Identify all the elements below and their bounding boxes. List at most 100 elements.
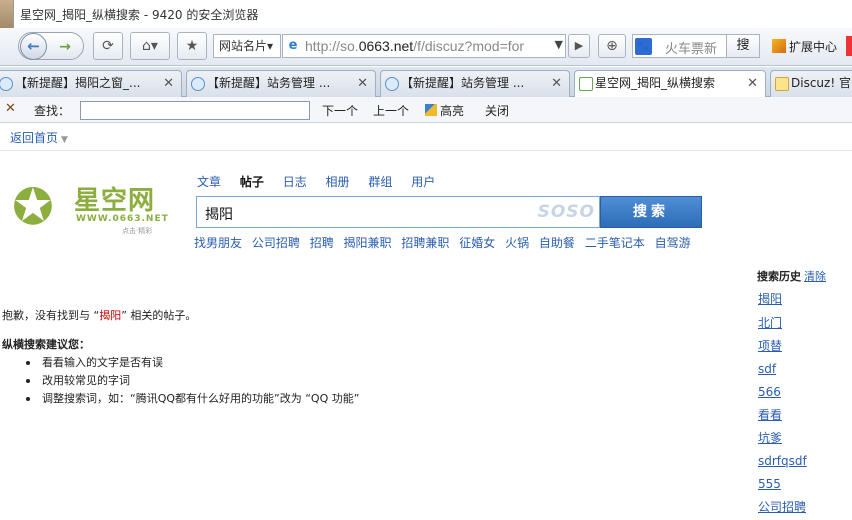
tab-4-active[interactable]: 星空网_揭阳_纵横搜索 ✕	[574, 70, 766, 98]
hotword-link[interactable]: 揭阳兼职	[344, 236, 392, 250]
window-control[interactable]	[846, 36, 852, 56]
highlight-label: 高亮	[440, 104, 465, 118]
noresult-keyword: 揭阳	[99, 309, 122, 322]
tips-list: 看看输入的文字是否有误 改用较常见的字词 调整搜索词，如：“腾讯QQ都有什么好用…	[24, 354, 359, 408]
category-post[interactable]: 帖子	[240, 175, 264, 189]
history-title: 搜索历史 清除	[757, 268, 852, 284]
refresh-icon: ⟳	[102, 38, 114, 54]
tip-item: 调整搜索词，如：“腾讯QQ都有什么好用的功能”改为 “QQ 功能”	[24, 390, 359, 408]
extension-cube-icon	[772, 39, 786, 53]
home-button[interactable]: ⌂▾	[130, 32, 170, 60]
star-icon: ★	[185, 38, 199, 54]
refresh-button[interactable]: ⟳	[93, 32, 123, 60]
extension-center-button[interactable]: 扩展中心	[772, 38, 837, 55]
extension-label: 扩展中心	[789, 40, 838, 54]
hotword-link[interactable]: 征婚女	[459, 236, 495, 250]
clear-history-link[interactable]: 清除	[804, 270, 826, 283]
tab-label: 【新提醒】站务管理 ...	[401, 76, 525, 90]
back-home-link[interactable]: 返回首页 ▼	[10, 129, 68, 146]
find-prev-button[interactable]: 上一个	[373, 102, 409, 119]
history-item[interactable]: 北门	[758, 314, 782, 331]
page-icon	[579, 77, 593, 91]
arrow-left-icon: ←	[27, 37, 40, 55]
history-item[interactable]: 项替	[758, 337, 782, 354]
find-next-button[interactable]: 下一个	[322, 102, 358, 119]
arrow-right-icon: →	[59, 39, 71, 55]
baidu-paw-icon: 🐾	[635, 38, 652, 55]
history-item[interactable]: 看看	[758, 406, 782, 423]
hotword-link[interactable]: 火锅	[505, 236, 529, 250]
tab-2[interactable]: 【新提醒】站务管理 ... ✕	[186, 70, 376, 97]
history-item[interactable]: 555	[758, 477, 781, 491]
hotword-link[interactable]: 公司招聘	[252, 236, 300, 250]
hot-keywords: 找男朋友 公司招聘 招聘 揭阳兼职 招聘兼职 征婚女 火锅 自助餐 二手笔记本 …	[194, 234, 697, 251]
site-search-button[interactable]: 搜索	[600, 196, 702, 228]
favorite-button[interactable]: ★	[177, 32, 207, 60]
security-button[interactable]: ⊕	[598, 34, 626, 58]
category-user[interactable]: 用户	[411, 175, 435, 189]
tip-item: 看看输入的文字是否有误	[24, 354, 359, 372]
caret-down-icon: ▼	[61, 135, 68, 145]
search-history: 搜索历史 清除 揭阳 北门 项替 sdf 566 看看 坑爹 sdrfqsdf 5…	[757, 268, 852, 514]
url-text: http://so.0663.net/f/discuz?mod=for	[305, 38, 525, 54]
noresult-prefix: 抱歉，没有找到与 “	[2, 309, 100, 322]
chevron-down-icon[interactable]: ▼	[555, 38, 563, 51]
shield-plus-icon: ⊕	[606, 38, 618, 54]
history-title-label: 搜索历史	[757, 270, 801, 283]
category-article[interactable]: 文章	[197, 175, 221, 189]
hotword-link[interactable]: 找男朋友	[194, 236, 242, 250]
history-item[interactable]: 坑爹	[758, 429, 782, 446]
find-input[interactable]	[80, 101, 310, 120]
site-search-input[interactable]: 揭阳 SOSO	[196, 196, 600, 228]
tab-5[interactable]: Discuz! 官	[770, 70, 852, 97]
history-item[interactable]: 揭阳	[758, 290, 782, 307]
category-album[interactable]: 相册	[326, 175, 350, 189]
go-button[interactable]: ▶	[568, 34, 590, 58]
address-bar[interactable]: e http://so.0663.net/f/discuz?mod=for ▼	[282, 34, 566, 58]
title-bar: 星空网_揭阳_纵横搜索 - 9420 的安全浏览器	[0, 0, 852, 64]
logo-name: 星空网	[74, 186, 156, 216]
back-home-label: 返回首页	[10, 131, 59, 145]
tab-label: 【新提醒】站务管理 ...	[207, 76, 331, 90]
history-item[interactable]: sdrfqsdf	[758, 454, 807, 468]
page-topnav: 返回首页 ▼	[0, 123, 852, 151]
history-item[interactable]: sdf	[758, 362, 776, 376]
window-title: 星空网_揭阳_纵横搜索 - 9420 的安全浏览器	[20, 8, 259, 22]
close-icon[interactable]: ✕	[357, 71, 368, 96]
close-icon[interactable]: ✕	[163, 71, 174, 96]
ie-icon: e	[288, 38, 298, 53]
hotword-link[interactable]: 招聘兼职	[401, 236, 449, 250]
forward-button[interactable]: →	[54, 36, 76, 58]
find-close-button[interactable]: 关闭	[485, 102, 509, 119]
search-query: 揭阳	[205, 207, 233, 223]
ie-icon	[385, 77, 399, 91]
highlight-button[interactable]: 高亮	[425, 102, 464, 119]
site-logo[interactable]: ✪ 星空网 WWW.0663.NET 点击·精彩	[12, 178, 180, 240]
tab-bar: 【新提醒】揭阳之窗_... ✕ 【新提醒】站务管理 ... ✕ 【新提醒】站务管…	[0, 67, 852, 98]
tab-1[interactable]: 【新提醒】揭阳之窗_... ✕	[0, 70, 182, 97]
tips-title: 纵横搜索建议您：	[2, 338, 90, 351]
back-button[interactable]: ←	[20, 33, 47, 60]
arrow-right-icon: ▶	[574, 39, 584, 52]
logo-slogan: 点击·精彩	[122, 227, 153, 235]
site-card-dropdown[interactable]: 网站名片▾	[213, 34, 281, 58]
close-icon[interactable]: ✕	[747, 71, 758, 96]
hotword-link[interactable]: 自助餐	[539, 236, 575, 250]
discuz-icon	[775, 77, 789, 91]
no-result-message: 抱歉，没有找到与 “揭阳” 相关的帖子。	[2, 307, 196, 323]
noresult-suffix: ” 相关的帖子。	[121, 309, 197, 322]
history-item[interactable]: 公司招聘	[758, 498, 806, 515]
hotword-link[interactable]: 自驾游	[655, 236, 691, 250]
search-categories: 文章 帖子 日志 相册 群组 用户	[197, 173, 450, 190]
category-group[interactable]: 群组	[368, 175, 392, 189]
close-icon[interactable]: ✕	[551, 71, 562, 96]
tab-label: 星空网_揭阳_纵横搜索	[595, 76, 716, 90]
hotword-link[interactable]: 二手笔记本	[585, 236, 645, 250]
category-blog[interactable]: 日志	[283, 175, 307, 189]
close-icon[interactable]: ✕	[5, 101, 16, 116]
web-search-button[interactable]: 搜	[726, 34, 760, 58]
tab-3[interactable]: 【新提醒】站务管理 ... ✕	[380, 70, 570, 97]
hotword-link[interactable]: 招聘	[310, 236, 334, 250]
history-item[interactable]: 566	[758, 385, 781, 399]
tab-label: 【新提醒】揭阳之窗_...	[15, 76, 141, 90]
